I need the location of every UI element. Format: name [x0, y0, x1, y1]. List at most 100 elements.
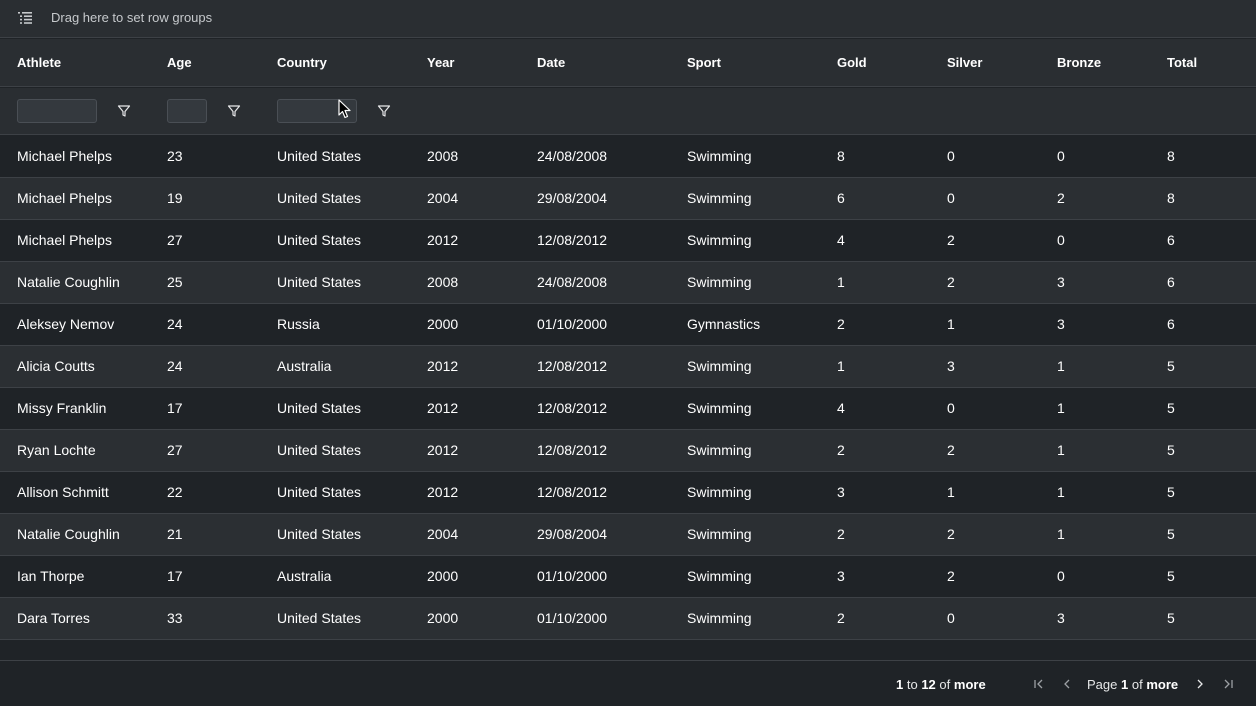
cell-year: 2012	[427, 232, 459, 248]
cell-silver: 2	[947, 442, 955, 458]
cell-sport: Swimming	[687, 442, 752, 458]
cell-gold: 4	[837, 232, 845, 248]
column-header-gold[interactable]: Gold	[837, 39, 867, 87]
cell-sport: Swimming	[687, 610, 752, 626]
cell-total: 6	[1167, 274, 1175, 290]
cell-date: 29/08/2004	[537, 190, 608, 206]
cell-athlete: Missy Franklin	[17, 400, 107, 416]
column-header-total[interactable]: Total	[1167, 39, 1197, 87]
column-header-age[interactable]: Age	[167, 39, 192, 87]
cell-silver: 0	[947, 610, 955, 626]
table-row[interactable]: Ryan Lochte 27 United States 2012 12/08/2012…	[0, 430, 1256, 472]
cell-total: 5	[1167, 568, 1175, 584]
cell-date: 12/08/2012	[537, 358, 608, 374]
cell-age: 22	[167, 484, 183, 500]
cell-age: 24	[167, 316, 183, 332]
cell-year: 2012	[427, 358, 459, 374]
table-row[interactable]: Allison Schmitt 22 United States 2012 12/08/…	[0, 472, 1256, 514]
cell-total: 6	[1167, 316, 1175, 332]
cell-age: 25	[167, 274, 183, 290]
cell-date: 12/08/2012	[537, 484, 608, 500]
cell-age: 27	[167, 232, 183, 248]
table-row[interactable]: Michael Phelps 19 United States 2004 29/08/2…	[0, 178, 1256, 220]
cell-country: United States	[277, 148, 362, 164]
cell-age: 17	[167, 568, 183, 584]
page-word: Page	[1087, 677, 1118, 692]
cell-age: 24	[167, 358, 183, 374]
column-header-silver[interactable]: Silver	[947, 39, 982, 87]
age-filter-input[interactable]	[167, 99, 207, 123]
cell-date: 01/10/2000	[537, 316, 608, 332]
cell-country: United States	[277, 484, 362, 500]
cell-sport: Swimming	[687, 484, 752, 500]
cell-country: Russia	[277, 316, 320, 332]
summary-of-word: of	[939, 677, 951, 692]
cell-athlete: Michael Phelps	[17, 232, 112, 248]
cell-silver: 3	[947, 358, 955, 374]
mouse-cursor-icon	[338, 99, 351, 119]
cell-country: Australia	[277, 568, 332, 584]
previous-page-icon[interactable]	[1060, 677, 1074, 691]
cell-bronze: 3	[1057, 274, 1065, 290]
cell-age: 19	[167, 190, 183, 206]
table-row[interactable]: Alicia Coutts 24 Australia 2012 12/08/2012 Sw…	[0, 346, 1256, 388]
cell-total: 5	[1167, 526, 1175, 542]
column-header-year[interactable]: Year	[427, 39, 454, 87]
cell-gold: 6	[837, 190, 845, 206]
athlete-filter-input[interactable]	[17, 99, 97, 123]
column-header-country[interactable]: Country	[277, 39, 327, 87]
cell-gold: 1	[837, 358, 845, 374]
cell-sport: Swimming	[687, 568, 752, 584]
table-row[interactable]: Natalie Coughlin 21 United States 2004 29/08…	[0, 514, 1256, 556]
cell-date: 12/08/2012	[537, 400, 608, 416]
table-row[interactable]: Missy Franklin 17 United States 2012 12/08/2…	[0, 388, 1256, 430]
summary-total: more	[953, 677, 986, 692]
table-row[interactable]: Dara Torres 33 United States 2000 01/10/2000…	[0, 598, 1256, 640]
cell-year: 2004	[427, 526, 459, 542]
cell-bronze: 0	[1057, 568, 1065, 584]
athlete-filter-icon[interactable]	[117, 104, 131, 118]
cell-country: United States	[277, 190, 362, 206]
cell-year: 2000	[427, 568, 459, 584]
cell-date: 01/10/2000	[537, 568, 608, 584]
cell-gold: 8	[837, 148, 845, 164]
table-row[interactable]: Ian Thorpe 17 Australia 2000 01/10/2000 Swimm…	[0, 556, 1256, 598]
table-row[interactable]: Aleksey Nemov 24 Russia 2000 01/10/2000 Gymna…	[0, 304, 1256, 346]
table-row[interactable]: Michael Phelps 23 United States 2008 24/08/2…	[0, 136, 1256, 178]
cell-bronze: 2	[1057, 190, 1065, 206]
cell-sport: Swimming	[687, 148, 752, 164]
cell-silver: 0	[947, 190, 955, 206]
last-page-icon[interactable]	[1221, 677, 1235, 691]
summary-to-word: to	[906, 677, 918, 692]
first-page-icon[interactable]	[1032, 677, 1046, 691]
cell-bronze: 1	[1057, 358, 1065, 374]
column-header-date[interactable]: Date	[537, 39, 565, 87]
cell-bronze: 1	[1057, 484, 1065, 500]
cell-total: 5	[1167, 484, 1175, 500]
column-header-bronze[interactable]: Bronze	[1057, 39, 1101, 87]
cell-sport: Swimming	[687, 526, 752, 542]
cell-athlete: Allison Schmitt	[17, 484, 109, 500]
cell-gold: 2	[837, 526, 845, 542]
cell-age: 27	[167, 442, 183, 458]
column-header-sport[interactable]: Sport	[687, 39, 721, 87]
table-row[interactable]: Natalie Coughlin 25 United States 2008 24/08…	[0, 262, 1256, 304]
table-row[interactable]: Michael Phelps 27 United States 2012 12/08/2…	[0, 220, 1256, 262]
cell-gold: 3	[837, 568, 845, 584]
next-page-icon[interactable]	[1193, 677, 1207, 691]
cell-silver: 0	[947, 400, 955, 416]
cell-athlete: Natalie Coughlin	[17, 526, 120, 542]
cell-athlete: Natalie Coughlin	[17, 274, 120, 290]
column-header-athlete[interactable]: Athlete	[17, 39, 61, 87]
cell-silver: 2	[947, 232, 955, 248]
row-group-icon	[18, 12, 32, 24]
pagination-panel: 1 to 12 of more Page 1 of more	[0, 660, 1256, 706]
country-filter-icon[interactable]	[377, 104, 391, 118]
cell-bronze: 3	[1057, 316, 1065, 332]
row-group-panel[interactable]: Drag here to set row groups	[0, 0, 1256, 38]
data-grid: Drag here to set row groups Athlete Age …	[0, 0, 1256, 706]
age-filter-icon[interactable]	[227, 104, 241, 118]
cell-year: 2012	[427, 400, 459, 416]
cell-total: 6	[1167, 232, 1175, 248]
row-summary: 1 to 12 of more	[896, 677, 986, 692]
